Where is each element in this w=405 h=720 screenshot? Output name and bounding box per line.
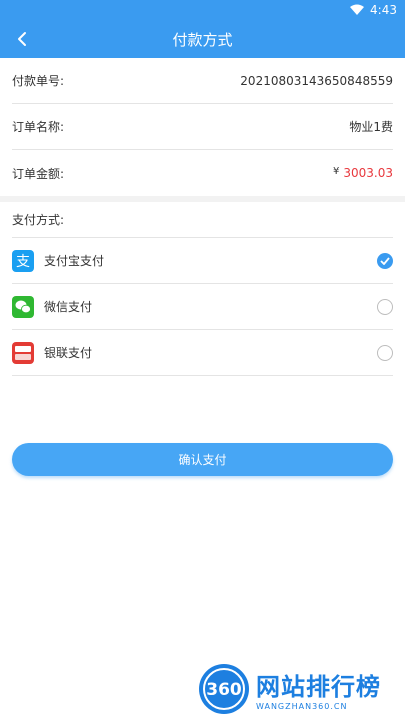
order-name-value: 物业1费 bbox=[349, 120, 393, 134]
status-bar: 4:43 bbox=[0, 0, 405, 20]
order-amount-value: ¥3003.03 bbox=[333, 166, 393, 180]
order-name-row: 订单名称: 物业1费 bbox=[12, 104, 393, 150]
payment-option-alipay[interactable]: 支 支付宝支付 bbox=[12, 238, 393, 284]
back-button[interactable] bbox=[8, 25, 36, 53]
radio-checked-icon[interactable] bbox=[377, 252, 393, 269]
order-number-row: 付款单号: 20210803143650848559 bbox=[12, 58, 393, 104]
payment-option-label: 银联支付 bbox=[44, 346, 93, 360]
payment-option-label: 支付宝支付 bbox=[44, 254, 105, 268]
order-name-label: 订单名称: bbox=[12, 120, 65, 134]
watermark-subtitle: WANGZHAN360.CN bbox=[256, 702, 348, 711]
currency-symbol: ¥ bbox=[333, 166, 340, 177]
360-logo-icon: 360 bbox=[199, 664, 249, 714]
status-time: 4:43 bbox=[370, 3, 397, 17]
page-title: 付款方式 bbox=[172, 30, 233, 49]
order-amount-label: 订单金额: bbox=[12, 166, 65, 181]
payment-method-header-label: 支付方式: bbox=[12, 213, 65, 227]
chevron-left-icon bbox=[18, 32, 26, 46]
radio-unchecked-icon[interactable] bbox=[377, 344, 393, 361]
confirm-payment-button[interactable]: 确认支付 bbox=[12, 443, 393, 476]
wifi-icon bbox=[350, 4, 365, 15]
watermark: 360 网站排行榜 WANGZHAN360.CN bbox=[196, 660, 401, 718]
payment-method-header: 支付方式: bbox=[12, 202, 393, 238]
wechat-pay-icon bbox=[12, 295, 34, 318]
order-number-value: 20210803143650848559 bbox=[240, 73, 393, 88]
payment-option-label: 微信支付 bbox=[44, 300, 93, 314]
svg-text:支: 支 bbox=[16, 254, 30, 270]
payment-option-unionpay[interactable]: 银联支付 bbox=[12, 330, 393, 376]
alipay-icon: 支 bbox=[12, 249, 34, 272]
amount-number: 3003.03 bbox=[343, 166, 393, 180]
svg-text:360: 360 bbox=[206, 680, 242, 700]
nav-bar: 付款方式 bbox=[0, 20, 405, 58]
watermark-title: 网站排行榜 bbox=[256, 673, 381, 701]
radio-unchecked-icon[interactable] bbox=[377, 298, 393, 315]
order-amount-row: 订单金额: ¥3003.03 bbox=[12, 150, 393, 196]
order-number-label: 付款单号: bbox=[12, 74, 65, 88]
unionpay-icon bbox=[12, 341, 34, 364]
payment-option-wechat[interactable]: 微信支付 bbox=[12, 284, 393, 330]
